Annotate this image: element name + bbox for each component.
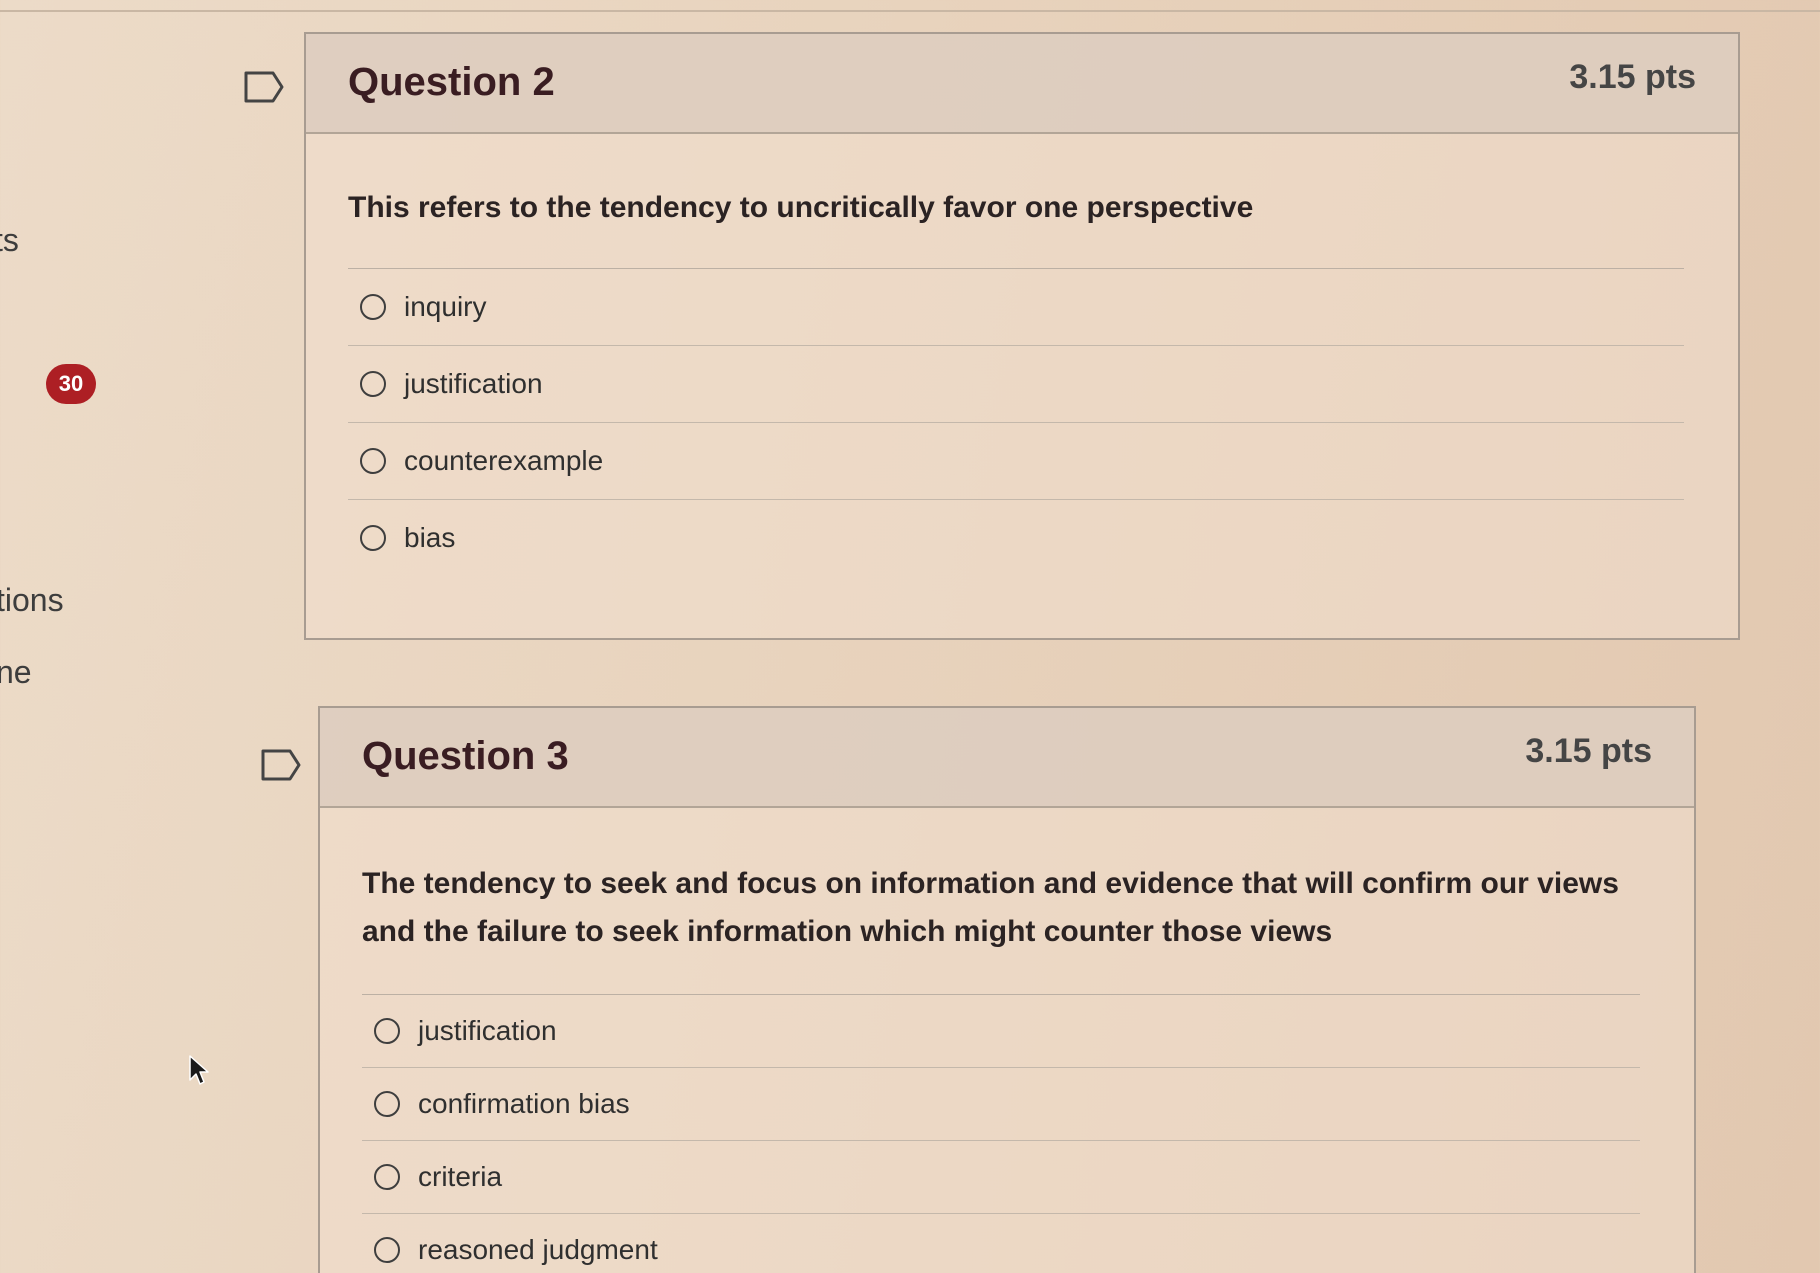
top-divider bbox=[0, 10, 1820, 12]
answer-option-criteria[interactable]: criteria bbox=[362, 1141, 1640, 1214]
mouse-pointer-icon bbox=[189, 1055, 209, 1085]
answer-option-counterexample[interactable]: counterexample bbox=[348, 423, 1684, 500]
radio-button[interactable] bbox=[360, 448, 386, 474]
answer-label: counterexample bbox=[404, 445, 604, 476]
question-text: This refers to the tendency to uncritica… bbox=[348, 191, 1254, 224]
question-card-3: Question 3 3.15 pts The tendency to seek… bbox=[318, 706, 1696, 1273]
answer-option-justification[interactable]: justification bbox=[362, 995, 1640, 1068]
answer-label: criteria bbox=[418, 1161, 503, 1192]
question-title: Question 3 bbox=[362, 734, 569, 778]
radio-button[interactable] bbox=[374, 1164, 400, 1190]
answer-option-inquiry[interactable]: inquiry bbox=[348, 269, 1684, 346]
notification-badge: 30 bbox=[46, 364, 96, 404]
answer-option-reasoned-judgment[interactable]: reasoned judgment bbox=[362, 1214, 1640, 1273]
question-card-2: Question 2 3.15 pts This refers to the t… bbox=[304, 32, 1740, 640]
question-header: Question 3 3.15 pts bbox=[320, 708, 1694, 808]
question-text: The tendency to seek and focus on inform… bbox=[362, 867, 1619, 948]
question-header: Question 2 3.15 pts bbox=[306, 34, 1738, 134]
answer-label: bias bbox=[404, 522, 456, 553]
radio-button[interactable] bbox=[374, 1237, 400, 1263]
answer-option-justification[interactable]: justification bbox=[348, 346, 1684, 423]
radio-button[interactable] bbox=[360, 294, 386, 320]
question-points: 3.15 pts bbox=[1569, 58, 1696, 96]
sidebar-item-fragment[interactable]: ts bbox=[0, 222, 19, 259]
answer-list: justification confirmation bias criteria… bbox=[362, 995, 1640, 1273]
answer-label: justification bbox=[418, 1015, 557, 1046]
question-points: 3.15 pts bbox=[1525, 732, 1652, 770]
answer-option-bias[interactable]: bias bbox=[348, 500, 1684, 576]
answer-option-confirmation-bias[interactable]: confirmation bias bbox=[362, 1068, 1640, 1141]
flag-question-2-icon[interactable] bbox=[243, 70, 285, 104]
answer-list: inquiry justification counterexample bia… bbox=[348, 269, 1684, 576]
sidebar-item-fragment[interactable]: ne bbox=[0, 654, 32, 691]
answer-label: reasoned judgment bbox=[418, 1234, 658, 1265]
radio-button[interactable] bbox=[360, 525, 386, 551]
answer-label: inquiry bbox=[404, 291, 487, 322]
question-title: Question 2 bbox=[348, 60, 555, 104]
flag-question-3-icon[interactable] bbox=[260, 748, 302, 782]
answer-label: confirmation bias bbox=[418, 1088, 630, 1119]
radio-button[interactable] bbox=[360, 371, 386, 397]
answer-label: justification bbox=[404, 368, 543, 399]
radio-button[interactable] bbox=[374, 1091, 400, 1117]
sidebar-item-questions-fragment[interactable]: tions bbox=[0, 582, 64, 619]
radio-button[interactable] bbox=[374, 1018, 400, 1044]
